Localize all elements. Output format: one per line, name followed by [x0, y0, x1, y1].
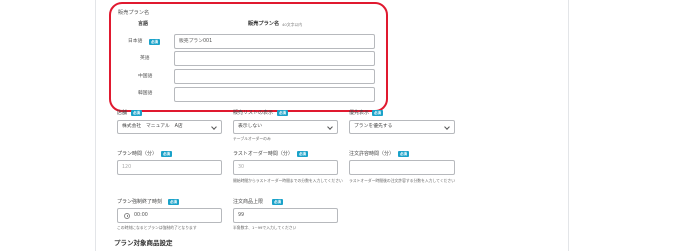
plan-time-label: プラン時間（分）: [117, 151, 158, 157]
last-order-time-input[interactable]: 30: [233, 160, 338, 175]
store-label: 店舗: [117, 110, 128, 116]
sales-list-display-help: テーブルオーダーのみ: [233, 136, 271, 141]
chevron-down-icon: [211, 124, 217, 130]
forced-end-time-input[interactable]: 00:00: [117, 208, 222, 223]
order-limit-input[interactable]: 99: [233, 208, 338, 223]
priority-display-label: 優先表示: [349, 110, 370, 116]
sales-list-display-label: 販売リストの表示: [233, 110, 274, 116]
required-badge: 必須: [372, 110, 383, 116]
priority-display-select[interactable]: プランを優先する: [349, 120, 455, 134]
sales-list-display-select[interactable]: 表示しない: [233, 120, 338, 134]
required-badge: 必須: [131, 110, 142, 116]
chevron-down-icon: [444, 124, 450, 130]
highlight-box: [109, 2, 388, 112]
required-badge: 必須: [297, 151, 308, 157]
required-badge: 必須: [277, 110, 288, 116]
clock-icon: [124, 213, 130, 219]
order-limit-help: 半角数字、1~99で入力してください: [233, 225, 297, 230]
required-badge: 必須: [168, 199, 179, 205]
order-allowed-time-help: ラストオーダー時間後の注文許容する分数を入力してください: [349, 178, 456, 183]
chevron-down-icon: [327, 124, 333, 130]
last-order-time-label: ラストオーダー時間（分）: [233, 151, 293, 157]
forced-end-time-label: プラン強制終了時刻: [117, 199, 163, 205]
store-select[interactable]: 株式会社 マニュアル A店: [117, 120, 222, 134]
target-products-section-title: プラン対象商品設定: [114, 239, 173, 247]
last-order-time-help: 開始時間からラストオーダー時間までの分数を入力してください: [233, 178, 343, 183]
required-badge: 必須: [161, 151, 172, 157]
forced-end-time-help: この時刻になるとプランは強制的了となります: [117, 225, 197, 230]
order-allowed-time-input[interactable]: [349, 160, 455, 175]
required-badge: 必須: [272, 199, 283, 205]
order-limit-label: 注文商品上限: [233, 199, 264, 205]
plan-time-input[interactable]: 120: [117, 160, 222, 175]
sales-list-display-value: 表示しない: [238, 124, 262, 129]
store-select-value: 株式会社 マニュアル A店: [122, 124, 183, 129]
priority-display-value: プランを優先する: [354, 124, 393, 129]
order-allowed-time-label: 注文許容時間（分）: [349, 151, 395, 157]
required-badge: 必須: [398, 151, 409, 157]
